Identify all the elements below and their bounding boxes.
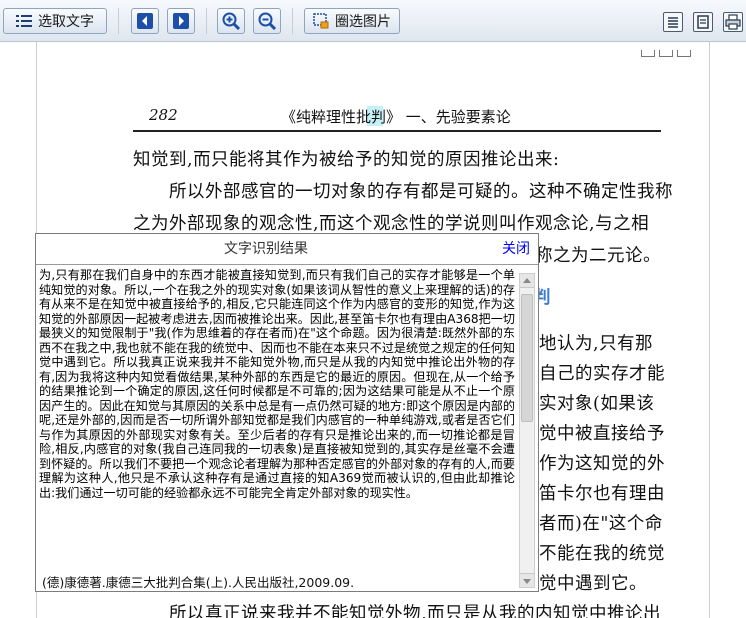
ocr-result-popup: 文字识别结果 关闭 为,只有那在我们自身中的东西才能被直接知觉到,而只有我们自己… [35, 233, 539, 592]
image-select-icon [313, 13, 329, 29]
body-line: 所以真正说来我并不能知觉外物,而只是从我的内知觉中推论出 [169, 604, 662, 618]
toolbar: 选取文字 圈选图片 [0, 0, 746, 42]
body-line: 知觉到,而只能将其作为被给予的知觉的原因推论出来: [133, 150, 560, 170]
select-image-label: 圈选图片 [335, 14, 391, 30]
running-title: 《纯粹理性批判》 一、先验要素论 [281, 108, 511, 126]
zoom-out-button[interactable] [253, 8, 281, 34]
prev-page-button[interactable] [131, 8, 159, 34]
body-fragment: 自己的实存才能 [539, 364, 665, 384]
page-corner-marks [637, 42, 691, 57]
scroll-thumb[interactable] [521, 294, 533, 422]
body-fragment: 者而)在"这个命 [539, 514, 663, 534]
fit-page-button[interactable] [693, 12, 713, 32]
toolbar-separator [206, 8, 207, 34]
body-fragment: 笛卡尔也有理由 [539, 484, 665, 504]
body-fragment: 实对象(如果该 [539, 394, 655, 414]
printer-icon [724, 14, 742, 35]
toolbar-separator [292, 8, 293, 34]
popup-scrollbar[interactable] [519, 273, 535, 588]
body-fragment: 不能在我的统觉 [539, 544, 665, 564]
page-lines-icon [664, 16, 682, 35]
citation-footer: (德)康德著.康德三大批判合集(上).人民出版社,2009.09. [42, 575, 355, 590]
toolbar-separator [118, 8, 119, 34]
popup-header: 文字识别结果 关闭 [36, 234, 538, 264]
body-fragment: 觉中被直接给予 [539, 424, 665, 444]
print-button[interactable] [723, 12, 743, 32]
body-fragment: 作为这知觉的外 [539, 454, 665, 474]
arrow-left-icon [137, 13, 153, 29]
list-icon [16, 14, 32, 28]
ocr-text-area[interactable]: 为,只有那在我们自身中的东西才能被直接知觉到,而只有我们自己的实存才能够是一个单… [39, 268, 515, 558]
scroll-up-arrow-icon[interactable] [520, 274, 534, 288]
page-number: 282 [149, 106, 178, 124]
next-page-button[interactable] [167, 8, 195, 34]
single-page-view-button[interactable] [663, 12, 683, 32]
zoom-in-button[interactable] [217, 8, 245, 34]
select-text-button[interactable]: 选取文字 [3, 8, 107, 34]
select-text-label: 选取文字 [38, 14, 94, 30]
body-fragment: 地认为,只有那 [539, 334, 654, 354]
body-line: 所以外部感官的一切对象的存有都是可疑的。这种不确定性我称 [169, 182, 673, 202]
popup-divider [36, 264, 538, 265]
body-fragment: 觉中遇到它。 [539, 574, 647, 594]
popup-title: 文字识别结果 [224, 241, 308, 257]
body-line: 之为外部现象的观念性,而这个观念性的学说则叫作观念论,与之相 [133, 214, 650, 234]
scroll-down-arrow-icon[interactable] [520, 573, 534, 587]
select-image-button[interactable]: 圈选图片 [304, 8, 400, 34]
zoom-in-icon [222, 12, 240, 30]
zoom-out-icon [258, 12, 276, 30]
close-link[interactable]: 关闭 [502, 238, 530, 258]
arrow-right-icon [173, 13, 189, 29]
header-rule [133, 130, 661, 132]
page-icon [694, 15, 712, 35]
